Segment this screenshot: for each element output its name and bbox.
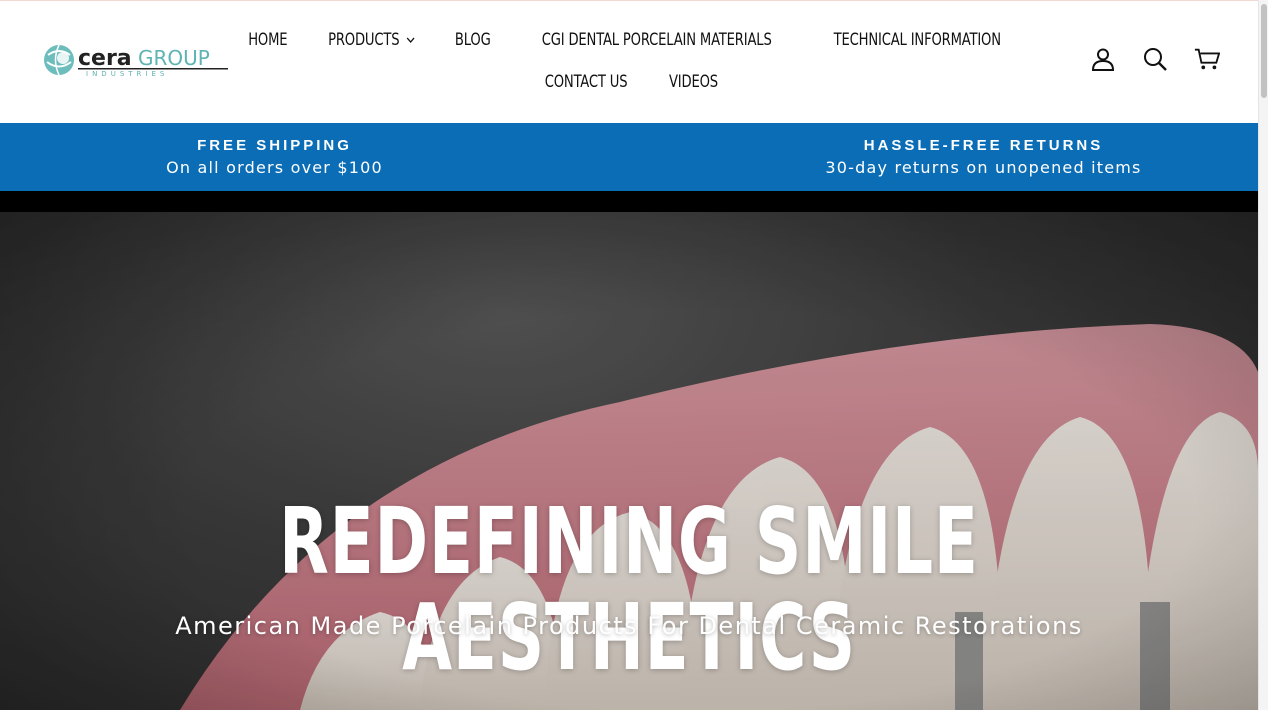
hero-top-band xyxy=(0,191,1258,212)
logo-wordmark-group: GROUP xyxy=(138,46,210,70)
nav-label: CGI DENTAL PORCELAIN MATERIALS xyxy=(541,30,772,50)
chevron-down-icon xyxy=(406,37,415,43)
nav-item-home[interactable]: HOME xyxy=(235,30,300,50)
announcement-title: HASSLE-FREE RETURNS xyxy=(863,136,1104,154)
nav-item-videos[interactable]: VIDEOS xyxy=(656,72,731,92)
nav-label: HOME xyxy=(248,30,288,50)
nav-label: TECHNICAL INFORMATION xyxy=(834,30,1002,50)
hero-subtitle: American Made Porcelain Products For Den… xyxy=(175,612,1083,640)
nav-label: PRODUCTS xyxy=(327,30,400,50)
hero-title: REDEFINING SMILE AESTHETICS xyxy=(279,488,979,691)
account-icon[interactable] xyxy=(1090,46,1116,72)
search-icon[interactable] xyxy=(1142,46,1168,72)
nav-item-blog[interactable]: BLOG xyxy=(442,30,503,50)
nav-item-cgi-dental-porcelain-materials[interactable]: CGI DENTAL PORCELAIN MATERIALS xyxy=(529,30,785,50)
announcement-free-shipping: FREE SHIPPING On all orders over $100 xyxy=(0,123,629,191)
page-scrollbar[interactable] xyxy=(1258,0,1268,710)
nav-row-primary: HOME PRODUCTS BLOG CGI DENTAL PORCELAIN … xyxy=(248,19,1001,61)
nav-item-contact-us[interactable]: CONTACT US xyxy=(532,72,640,92)
nav-item-products[interactable]: PRODUCTS xyxy=(315,30,428,50)
scrollbar-thumb[interactable] xyxy=(1261,4,1267,98)
logo-wordmark-cera: cera xyxy=(78,46,132,71)
nav-label: VIDEOS xyxy=(668,72,718,92)
announcement-bar: FREE SHIPPING On all orders over $100 HA… xyxy=(0,123,1258,191)
announcement-returns: HASSLE-FREE RETURNS 30-day returns on un… xyxy=(629,123,1268,191)
announcement-subtitle: 30-day returns on unopened items xyxy=(825,157,1142,177)
header-icons xyxy=(1090,46,1220,72)
nav-label: BLOG xyxy=(454,30,491,50)
hero-banner: REDEFINING SMILE AESTHETICS American Mad… xyxy=(0,212,1258,710)
cera-group-logo[interactable]: cera GROUP INDUSTRIES xyxy=(42,41,232,79)
nav-label: CONTACT US xyxy=(545,72,628,92)
cart-icon[interactable] xyxy=(1194,46,1220,72)
svg-text:INDUSTRIES: INDUSTRIES xyxy=(86,70,168,78)
announcement-subtitle: On all orders over $100 xyxy=(166,157,383,177)
main-navigation: HOME PRODUCTS BLOG CGI DENTAL PORCELAIN … xyxy=(248,19,1001,103)
site-header: cera GROUP INDUSTRIES HOME PRODUCTS BLOG… xyxy=(0,0,1258,123)
nav-item-technical-information[interactable]: TECHNICAL INFORMATION xyxy=(821,30,1014,50)
nav-row-secondary: CONTACT US VIDEOS xyxy=(260,61,1000,103)
announcement-title: FREE SHIPPING xyxy=(197,136,352,154)
